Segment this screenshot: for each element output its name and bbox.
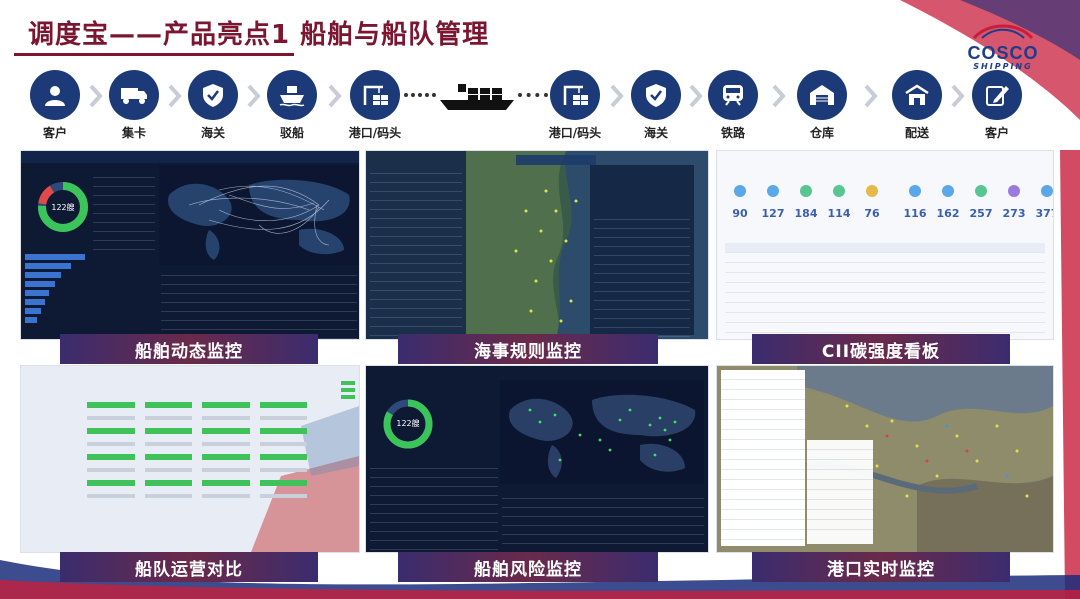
caption-maritime-rules: 海事规则监控 (398, 334, 658, 364)
fleet-grid (87, 402, 307, 542)
flow-step-10-delivery-icon (892, 70, 942, 120)
cii-kpi-icon (1008, 185, 1020, 197)
flow-chevron-icon (247, 84, 261, 108)
vessel-bar-list (25, 251, 91, 326)
flow-step-6-port-crane-icon (550, 70, 600, 120)
caption-vessel-dynamics: 船舶动态监控 (60, 334, 318, 364)
cii-kpi-value: 257 (969, 207, 993, 220)
rule-detail-table (594, 211, 690, 337)
cii-kpi-icon (734, 185, 746, 197)
flow-step-4-barge-icon (267, 70, 317, 120)
risk-left-table (370, 460, 498, 550)
panel-fleet-comparison[interactable] (20, 365, 360, 553)
cii-table (725, 243, 1045, 339)
flow-chevron-icon (864, 84, 878, 108)
risk-world-map (500, 380, 704, 484)
flow-step-8-train-icon (708, 70, 758, 120)
flow-step-9-label: 仓库 (809, 126, 834, 140)
cii-kpi-value: 377 (1035, 207, 1053, 220)
flow-step-11-label: 客户 (984, 126, 1009, 140)
container-ship-icon (440, 84, 514, 110)
title-underline (14, 53, 294, 56)
cii-kpi-value: 273 (1002, 207, 1026, 220)
flow-step-1-label: 客户 (42, 126, 67, 140)
cii-kpi-icon (767, 185, 779, 197)
flow-step-5-port-crane-icon (350, 70, 400, 120)
flow-chevron-icon (689, 84, 703, 108)
flow-step-6-label: 港口/码头 (548, 126, 602, 140)
logo-arc-icon (972, 24, 1034, 40)
flow-chevron-icon (610, 84, 624, 108)
flow-step-5-label: 港口/码头 (348, 126, 402, 140)
panel-vessel-risk[interactable]: 122艘 (365, 365, 709, 553)
caption-cii-dashboard: CII碳强度看板 (752, 334, 1010, 364)
cii-kpi-value: 127 (761, 207, 785, 220)
cii-kpi-value: 116 (903, 207, 927, 220)
vessel-list-table (93, 169, 155, 250)
panel-header-bar (21, 151, 359, 163)
flow-step-8-label: 铁路 (720, 126, 745, 140)
flow-chevron-icon (168, 84, 182, 108)
flow-chevron-icon (951, 84, 965, 108)
risk-bottom-table (502, 490, 704, 552)
flow-step-4-label: 驳船 (279, 126, 304, 140)
flow-chevron-icon (89, 84, 103, 108)
cii-kpi-icon (866, 185, 878, 197)
flow-step-9-warehouse-icon (797, 70, 847, 120)
port-list-panel (721, 370, 805, 546)
cii-kpi-icon (1041, 185, 1053, 197)
page-title: 调度宝——产品亮点1 船舶与船队管理 (28, 20, 490, 50)
cii-kpi-icon (833, 185, 845, 197)
flow-step-2-truck-icon (109, 70, 159, 120)
slide: 调度宝——产品亮点1 船舶与船队管理 COSCO SHIPPING 客户 集卡 海关… (0, 0, 1080, 599)
cii-kpi-value: 76 (864, 207, 880, 220)
caption-port-realtime: 港口实时监控 (752, 552, 1010, 582)
flow-step-7-label: 海关 (643, 126, 668, 140)
caption-vessel-risk: 船舶风险监控 (398, 552, 658, 582)
cii-kpi-value: 114 (827, 207, 851, 220)
voyage-table (161, 267, 357, 339)
flow-step-3-shield-check-icon (188, 70, 238, 120)
cii-kpi-row: 90 127 184 114 76 116 162 257 273 377 (717, 185, 1053, 225)
fleet-side-bars (341, 378, 355, 402)
flow-step-1-person-icon (30, 70, 80, 120)
donut-center-value: 122艘 (51, 203, 75, 212)
panel-maritime-rules[interactable] (365, 150, 709, 340)
logo-wordmark: COSCO (967, 43, 1039, 63)
flow-step-7-shield-check-icon (631, 70, 681, 120)
panel-port-realtime[interactable] (716, 365, 1054, 553)
caption-fleet-comparison: 船队运营对比 (60, 552, 318, 582)
cosco-logo: COSCO SHIPPING (960, 22, 1046, 71)
port-detail-panel (807, 440, 873, 544)
cii-kpi-value: 90 (732, 207, 748, 220)
cii-kpi-icon (800, 185, 812, 197)
flow-step-3-label: 海关 (200, 126, 225, 140)
panel-cii-dashboard[interactable]: 90 127 184 114 76 116 162 257 273 377 (716, 150, 1054, 340)
logo-subtext: SHIPPING (973, 62, 1033, 71)
cii-kpi-icon (942, 185, 954, 197)
flow-step-2-label: 集卡 (121, 126, 146, 140)
flow-step-10-label: 配送 (904, 126, 929, 140)
cii-kpi-icon (909, 185, 921, 197)
flow-connector-right (518, 93, 548, 101)
world-route-map (159, 165, 359, 265)
panel-vessel-dynamics[interactable]: 122艘 (20, 150, 360, 340)
flow-connector-left (404, 93, 436, 101)
flow-chevron-icon (772, 84, 786, 108)
cii-kpi-icon (975, 185, 987, 197)
cii-kpi-value: 162 (936, 207, 960, 220)
flow-chevron-icon (328, 84, 342, 108)
rule-list-table (370, 165, 462, 336)
flow-step-11-edit-doc-icon (972, 70, 1022, 120)
cii-kpi-value: 184 (794, 207, 818, 220)
risk-donut-value: 122艘 (396, 419, 420, 428)
